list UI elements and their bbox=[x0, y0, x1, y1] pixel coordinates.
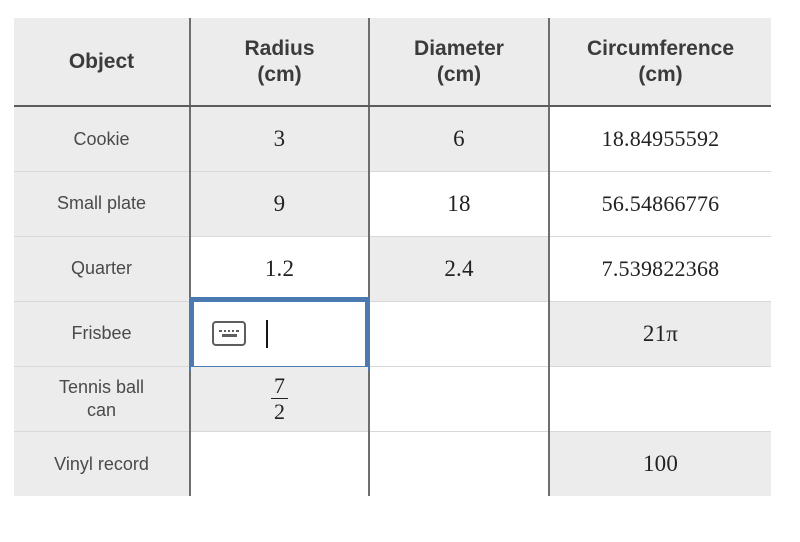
cell-vinyl-record-diameter[interactable] bbox=[369, 431, 550, 496]
object-name: Cookie bbox=[73, 128, 130, 149]
column-header-circumference-unit: (cm) bbox=[638, 62, 683, 86]
column-header-radius-unit: (cm) bbox=[257, 62, 302, 86]
column-header-radius: Radius (cm) bbox=[190, 18, 370, 107]
cell-vinyl-record-radius[interactable] bbox=[190, 431, 370, 496]
fraction-denominator: 2 bbox=[274, 399, 285, 424]
object-name-line1: Tennis ball bbox=[58, 377, 145, 397]
fraction-value: 7 2 bbox=[271, 374, 288, 423]
cell-frisbee-circumference[interactable]: 21π bbox=[549, 301, 771, 367]
object-name-line2: can bbox=[86, 399, 117, 420]
header-row: Object Radius (cm) Diameter (cm) Circumf… bbox=[14, 18, 771, 107]
row-label-quarter: Quarter bbox=[14, 236, 191, 302]
table-row: Frisbee 21π bbox=[14, 296, 771, 371]
column-header-object: Object bbox=[14, 18, 191, 107]
cell-small-plate-radius[interactable]: 9 bbox=[190, 171, 370, 237]
cell-tennis-ball-can-circumference[interactable] bbox=[549, 366, 771, 432]
radius-input-active[interactable] bbox=[189, 296, 370, 371]
cell-value: 2.4 bbox=[444, 255, 474, 281]
table-body: Cookie 3 6 18.84955592 Small plate 9 18 … bbox=[14, 106, 771, 496]
cell-tennis-ball-can-diameter[interactable] bbox=[369, 366, 550, 432]
row-label-small-plate: Small plate bbox=[14, 171, 191, 237]
measurement-table-container: Object Radius (cm) Diameter (cm) Circumf… bbox=[14, 18, 771, 532]
cell-value: 18.84955592 bbox=[601, 125, 720, 151]
column-header-diameter: Diameter (cm) bbox=[369, 18, 550, 107]
cell-value: 1.2 bbox=[264, 255, 295, 281]
cell-value: 56.54866776 bbox=[601, 190, 720, 216]
column-header-circumference: Circumference (cm) bbox=[549, 18, 771, 107]
cell-frisbee-radius[interactable] bbox=[189, 296, 370, 371]
keyboard-icon-top-row bbox=[219, 329, 239, 333]
table-row: Quarter 1.2 2.4 7.539822368 bbox=[14, 236, 771, 302]
object-name: Small plate bbox=[56, 193, 147, 214]
fraction-numerator: 7 bbox=[271, 374, 288, 399]
column-header-diameter-unit: (cm) bbox=[436, 62, 482, 86]
cell-tennis-ball-can-radius[interactable]: 7 2 bbox=[190, 366, 370, 432]
cell-quarter-radius[interactable]: 1.2 bbox=[190, 236, 370, 302]
cell-value: 6 bbox=[453, 125, 465, 151]
cell-value: 9 bbox=[273, 190, 286, 216]
table-header: Object Radius (cm) Diameter (cm) Circumf… bbox=[14, 18, 771, 107]
cell-cookie-radius[interactable]: 3 bbox=[190, 106, 370, 172]
keyboard-icon[interactable] bbox=[212, 321, 246, 346]
table-row: Cookie 3 6 18.84955592 bbox=[14, 106, 771, 172]
row-label-vinyl-record: Vinyl record bbox=[14, 431, 191, 496]
row-label-cookie: Cookie bbox=[14, 106, 191, 172]
column-header-object-title: Object bbox=[68, 49, 135, 73]
cell-frisbee-diameter[interactable] bbox=[369, 301, 550, 367]
table-row: Vinyl record 100 bbox=[14, 431, 771, 496]
column-header-diameter-title: Diameter bbox=[414, 36, 504, 60]
table-row: Tennis ball can 7 2 bbox=[14, 366, 771, 432]
object-name: Frisbee bbox=[71, 323, 132, 344]
cell-quarter-diameter[interactable]: 2.4 bbox=[369, 236, 550, 302]
keyboard-icon-bottom-row bbox=[221, 334, 237, 338]
column-header-circumference-title: Circumference bbox=[586, 36, 735, 60]
row-label-frisbee: Frisbee bbox=[14, 301, 191, 367]
cell-value: 100 bbox=[642, 450, 679, 476]
cell-value: 18 bbox=[447, 190, 471, 216]
column-header-radius-title: Radius bbox=[244, 36, 315, 60]
cell-value: 7.539822368 bbox=[601, 255, 720, 281]
cell-quarter-circumference[interactable]: 7.539822368 bbox=[549, 236, 771, 302]
object-name: Quarter bbox=[70, 258, 133, 279]
circle-measurements-table: Object Radius (cm) Diameter (cm) Circumf… bbox=[14, 18, 771, 496]
cell-small-plate-circumference[interactable]: 56.54866776 bbox=[549, 171, 771, 237]
text-caret bbox=[266, 319, 269, 348]
cell-cookie-circumference[interactable]: 18.84955592 bbox=[549, 106, 771, 172]
cell-value: 21π bbox=[642, 320, 679, 346]
table-row: Small plate 9 18 56.54866776 bbox=[14, 171, 771, 237]
cell-small-plate-diameter[interactable]: 18 bbox=[369, 171, 550, 237]
row-label-tennis-ball-can: Tennis ball can bbox=[14, 366, 191, 432]
cell-cookie-diameter[interactable]: 6 bbox=[369, 106, 550, 172]
object-name: Vinyl record bbox=[54, 453, 149, 474]
cell-value: 3 bbox=[273, 125, 286, 151]
cell-vinyl-record-circumference[interactable]: 100 bbox=[549, 431, 771, 496]
